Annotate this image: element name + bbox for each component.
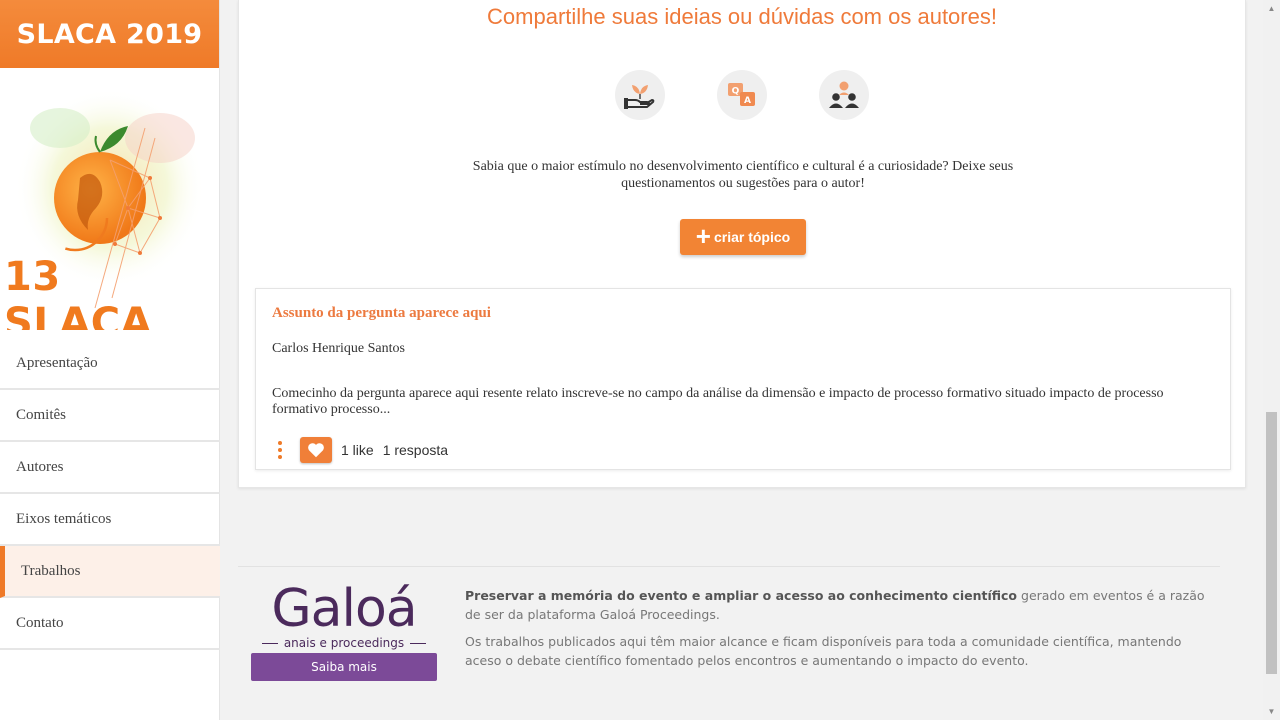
discussion-card: Compartilhe suas ideias ou dúvidas com o…	[238, 0, 1246, 488]
sidebar-nav: Apresentação Comitês Autores Eixos temát…	[0, 338, 220, 650]
create-topic-label: criar tópico	[713, 229, 791, 245]
footer-paragraph-2: Os trabalhos publicados aqui têm maior a…	[465, 634, 1182, 668]
event-logo: 13 SLACA	[0, 68, 219, 330]
heart-icon	[308, 443, 324, 458]
footer-description: Preservar a memória do evento e ampliar …	[465, 586, 1210, 678]
more-options-icon[interactable]	[272, 441, 288, 459]
sidebar-item-apresentacao[interactable]: Apresentação	[0, 338, 220, 390]
galoa-tagline-text: anais e proceedings	[283, 636, 405, 650]
scroll-up-icon[interactable]: ▲	[1263, 0, 1280, 17]
scroll-down-icon[interactable]: ▼	[1263, 703, 1280, 720]
sidebar-item-autores[interactable]: Autores	[0, 442, 220, 494]
logo-text: 13 SLACA	[4, 254, 153, 330]
like-button[interactable]	[300, 437, 332, 463]
topic-author: Carlos Henrique Santos	[272, 341, 405, 356]
galoa-logo: Galoá anais e proceedings Saiba mais	[251, 580, 437, 681]
sidebar-item-contato[interactable]: Contato	[0, 598, 220, 650]
reply-count[interactable]: 1 resposta	[383, 442, 448, 458]
topic-actions: 1 like 1 resposta	[272, 437, 448, 463]
sidebar-item-eixos-tematicos[interactable]: Eixos temáticos	[0, 494, 220, 546]
sidebar: SLACA 2019 13 SLACA Apresentação Comitês…	[0, 0, 220, 720]
create-topic-button[interactable]: + criar tópico	[680, 219, 806, 255]
topic-title[interactable]: Assunto da pergunta aparece aqui	[272, 305, 491, 322]
growth-hand-icon	[615, 70, 665, 120]
footer-paragraph-1: Preservar a memória do evento e ampliar …	[465, 586, 1210, 624]
topic-card: Assunto da pergunta aparece aqui Carlos …	[255, 288, 1231, 470]
svg-text:A: A	[744, 96, 751, 106]
feature-icons: Q A	[239, 70, 1245, 120]
like-count: 1 like	[341, 442, 374, 458]
sidebar-item-trabalhos[interactable]: Trabalhos	[0, 546, 220, 598]
brand-title: SLACA 2019	[16, 18, 203, 50]
brand-header[interactable]: SLACA 2019	[0, 0, 219, 68]
plus-icon: +	[695, 221, 711, 251]
page-title: Compartilhe suas ideias ou dúvidas com o…	[487, 4, 997, 29]
people-icon	[819, 70, 869, 120]
scroll-thumb[interactable]	[1266, 412, 1277, 674]
page-scrollbar[interactable]: ▲ ▼	[1263, 0, 1280, 720]
footer-divider	[238, 566, 1220, 567]
intro-text: Sabia que o maior estímulo no desenvolvi…	[472, 159, 1014, 191]
svg-text:Q: Q	[732, 87, 740, 97]
topic-body: Comecinho da pergunta aparece aqui resen…	[272, 386, 1164, 417]
footer-bold-text: Preservar a memória do evento e ampliar …	[465, 588, 1018, 603]
galoa-wordmark: Galoá	[271, 579, 417, 639]
qa-chat-icon: Q A	[717, 70, 767, 120]
sidebar-item-comites[interactable]: Comitês	[0, 390, 220, 442]
saiba-mais-button[interactable]: Saiba mais	[251, 653, 437, 681]
